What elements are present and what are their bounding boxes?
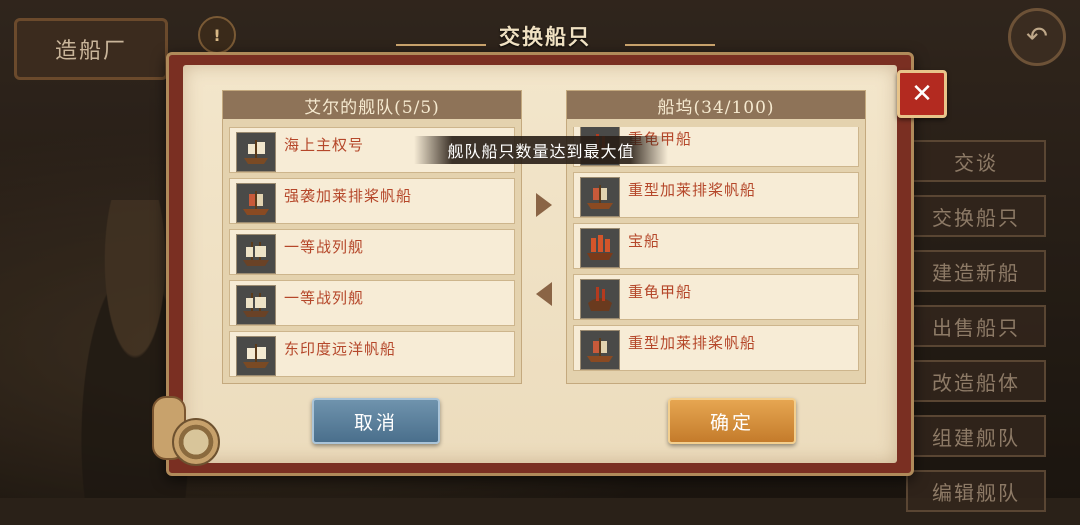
dock-ship-row[interactable]: 重型加莱排桨帆船	[573, 172, 859, 218]
menu-item-sell-ship[interactable]: 出售船只	[906, 305, 1046, 347]
ship-name: 一等战列舰	[284, 289, 365, 307]
galleon-ship-icon	[236, 132, 276, 172]
side-menu: 交谈 交换船只 建造新船 出售船只 改造船体 组建舰队 编辑舰队	[906, 140, 1046, 525]
dock-panel-title: 船坞(34/100)	[567, 91, 865, 119]
move-left-arrow-icon[interactable]	[536, 282, 552, 306]
ship-name: 重型加莱排桨帆船	[628, 334, 757, 352]
fleet-ship-list: 海上主权号 强袭加莱排桨帆船 一等战列舰 一等战列舰 东印度远洋帆船	[229, 127, 515, 379]
dock-ship-row[interactable]: 重龟甲船	[573, 274, 859, 320]
close-button[interactable]: ✕	[897, 70, 947, 118]
ship-name: 一等战列舰	[284, 238, 365, 256]
dialog-title-wrap: 交换船只	[470, 18, 620, 54]
fleet-ship-row[interactable]: 东印度远洋帆船	[229, 331, 515, 377]
galley-ship-icon	[580, 330, 620, 370]
compass-icon	[172, 418, 220, 466]
dock-ship-list: 重龟甲船 重型加莱排桨帆船 宝船 重龟甲船 重型加莱排桨帆船	[573, 127, 859, 379]
ship-name: 东印度远洋帆船	[284, 340, 397, 358]
ship-name: 海上主权号	[284, 136, 365, 154]
back-arrow-icon[interactable]: ↶	[1008, 8, 1066, 66]
warship-icon	[236, 234, 276, 274]
menu-item-form-fleet[interactable]: 组建舰队	[906, 415, 1046, 457]
title-ornament-right	[625, 44, 715, 46]
galley-ship-icon	[236, 183, 276, 223]
ship-name: 重型加莱排桨帆船	[628, 181, 757, 199]
fleet-ship-row[interactable]: 一等战列舰	[229, 280, 515, 326]
east-indiaman-icon	[236, 336, 276, 376]
menu-item-edit-fleet[interactable]: 编辑舰队	[906, 470, 1046, 512]
shipyard-label: 造船厂	[14, 18, 168, 80]
cancel-button[interactable]: 取消	[312, 398, 440, 444]
alert-icon: !	[198, 16, 236, 54]
galley-ship-icon	[580, 177, 620, 217]
fleet-ship-row[interactable]: 一等战列舰	[229, 229, 515, 275]
menu-item-remodel-hull[interactable]: 改造船体	[906, 360, 1046, 402]
menu-item-talk[interactable]: 交谈	[906, 140, 1046, 182]
move-right-arrow-icon[interactable]	[536, 193, 552, 217]
dock-ship-row[interactable]: 宝船	[573, 223, 859, 269]
fleet-panel-title: 艾尔的舰队(5/5)	[223, 91, 521, 119]
menu-item-build-ship[interactable]: 建造新船	[906, 250, 1046, 292]
confirm-button[interactable]: 确定	[668, 398, 796, 444]
ship-name: 强袭加莱排桨帆船	[284, 187, 413, 205]
menu-item-exchange-ships[interactable]: 交换船只	[906, 195, 1046, 237]
ship-name: 重龟甲船	[628, 283, 693, 301]
turtle-ship-icon	[580, 279, 620, 319]
dock-panel: 船坞(34/100) 重龟甲船 重型加莱排桨帆船 宝船 重龟甲船	[566, 90, 866, 384]
treasure-ship-icon	[580, 228, 620, 268]
warship-icon	[236, 285, 276, 325]
ship-name: 宝船	[628, 232, 661, 250]
fleet-panel: 艾尔的舰队(5/5) 海上主权号 强袭加莱排桨帆船 一等战列舰 一等战列舰 东印…	[222, 90, 522, 384]
max-fleet-toast: 舰队船只数量达到最大值	[414, 136, 668, 164]
dock-ship-row[interactable]: 重型加莱排桨帆船	[573, 325, 859, 371]
fleet-ship-row[interactable]: 强袭加莱排桨帆船	[229, 178, 515, 224]
dialog-title: 交换船只	[499, 24, 591, 49]
